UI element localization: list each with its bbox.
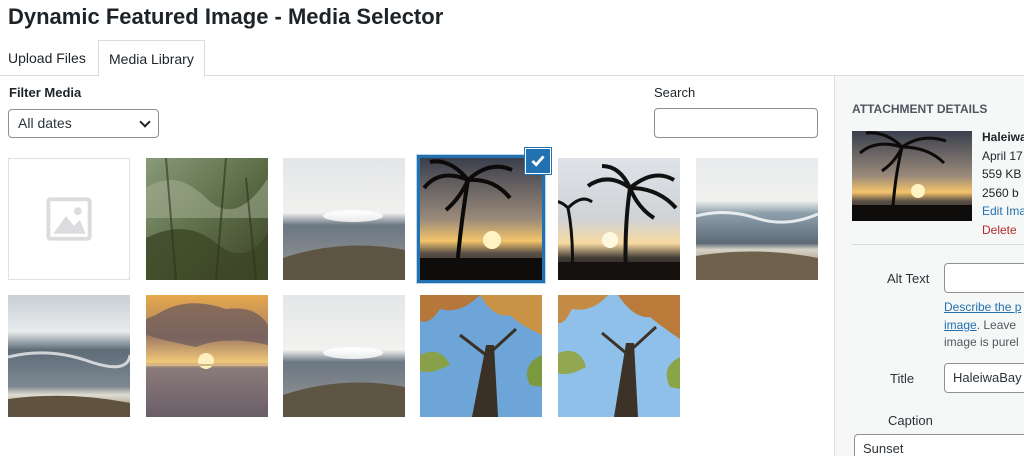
attachment-thumbnail	[852, 131, 972, 221]
alt-text-label: Alt Text	[887, 271, 930, 286]
checkmark-icon	[531, 155, 545, 167]
media-item-beach-waves-2[interactable]	[8, 295, 130, 417]
sidebar-divider	[852, 244, 1024, 245]
date-filter-select[interactable]: All dates	[8, 109, 159, 138]
attachment-filename: Haleiwa	[982, 130, 1024, 144]
tree-canopy-photo-2	[558, 295, 680, 417]
selected-checkmark-button[interactable]	[525, 148, 551, 174]
beach-waves-photo-2	[8, 295, 130, 417]
media-selector-modal: Dynamic Featured Image - Media Selector …	[0, 0, 1024, 456]
media-tabs: Upload Files Media Library	[0, 40, 1024, 77]
search-label: Search	[654, 85, 696, 100]
attachment-details-sidebar: ATTACHMENT DETAILS Haleiwa April 17 559 …	[834, 76, 1024, 456]
caption-textarea[interactable]: Sunset	[854, 434, 1024, 456]
beach-waves-photo	[696, 158, 818, 280]
media-item-forest[interactable]	[146, 158, 268, 280]
attachment-meta: Haleiwa April 17 559 KB 2560 b Edit Ima …	[982, 128, 1024, 239]
media-item-ocean-sunset[interactable]	[146, 295, 268, 417]
beach-photo-2	[283, 295, 405, 417]
help-text-purely: image is purel	[944, 335, 1019, 349]
palm-sunset-photo	[420, 158, 542, 280]
edit-image-link[interactable]: Edit Ima	[982, 202, 1024, 221]
media-item-placeholder[interactable]	[8, 158, 130, 280]
media-item-beach-overcast[interactable]	[283, 158, 405, 280]
chevron-down-icon	[139, 116, 151, 128]
search-input[interactable]	[654, 108, 818, 138]
describe-image-link[interactable]: image	[944, 318, 977, 332]
media-item-palm-sunset-2[interactable]	[558, 158, 680, 280]
forest-photo	[146, 158, 268, 280]
beach-photo	[283, 158, 405, 280]
delete-link[interactable]: Delete	[982, 221, 1024, 240]
media-item-beach-overcast-2[interactable]	[283, 295, 405, 417]
title-input[interactable]: HaleiwaBay	[944, 363, 1024, 393]
title-label: Title	[890, 371, 915, 386]
image-placeholder-icon	[46, 197, 92, 241]
media-item-palm-sunset[interactable]	[417, 155, 545, 283]
filter-media-label: Filter Media	[9, 85, 82, 100]
media-item-tree-canopy-2[interactable]	[558, 295, 680, 417]
media-item-beach-waves[interactable]	[696, 158, 818, 280]
alt-text-input[interactable]	[944, 263, 1024, 293]
alt-text-help: Describe the p image. Leave image is pur…	[944, 299, 1021, 352]
media-item-tree-canopy[interactable]	[420, 295, 542, 417]
tree-canopy-photo	[420, 295, 542, 417]
attachment-details-heading: ATTACHMENT DETAILS	[852, 102, 988, 116]
caption-label: Caption	[888, 413, 933, 428]
ocean-sunset-photo	[146, 295, 268, 417]
tab-upload-files[interactable]: Upload Files	[0, 40, 94, 76]
describe-purpose-link[interactable]: Describe the p	[944, 300, 1021, 314]
palm-sunset-photo-2	[558, 158, 680, 280]
date-filter-value: All dates	[18, 115, 72, 131]
modal-title: Dynamic Featured Image - Media Selector	[8, 4, 444, 29]
help-text-leave: . Leave	[976, 317, 1017, 332]
tab-media-library[interactable]: Media Library	[98, 40, 205, 77]
attachment-dimensions: 2560 b	[982, 185, 1019, 200]
attachment-date: April 17	[982, 148, 1023, 163]
attachment-filesize: 559 KB	[982, 167, 1022, 181]
